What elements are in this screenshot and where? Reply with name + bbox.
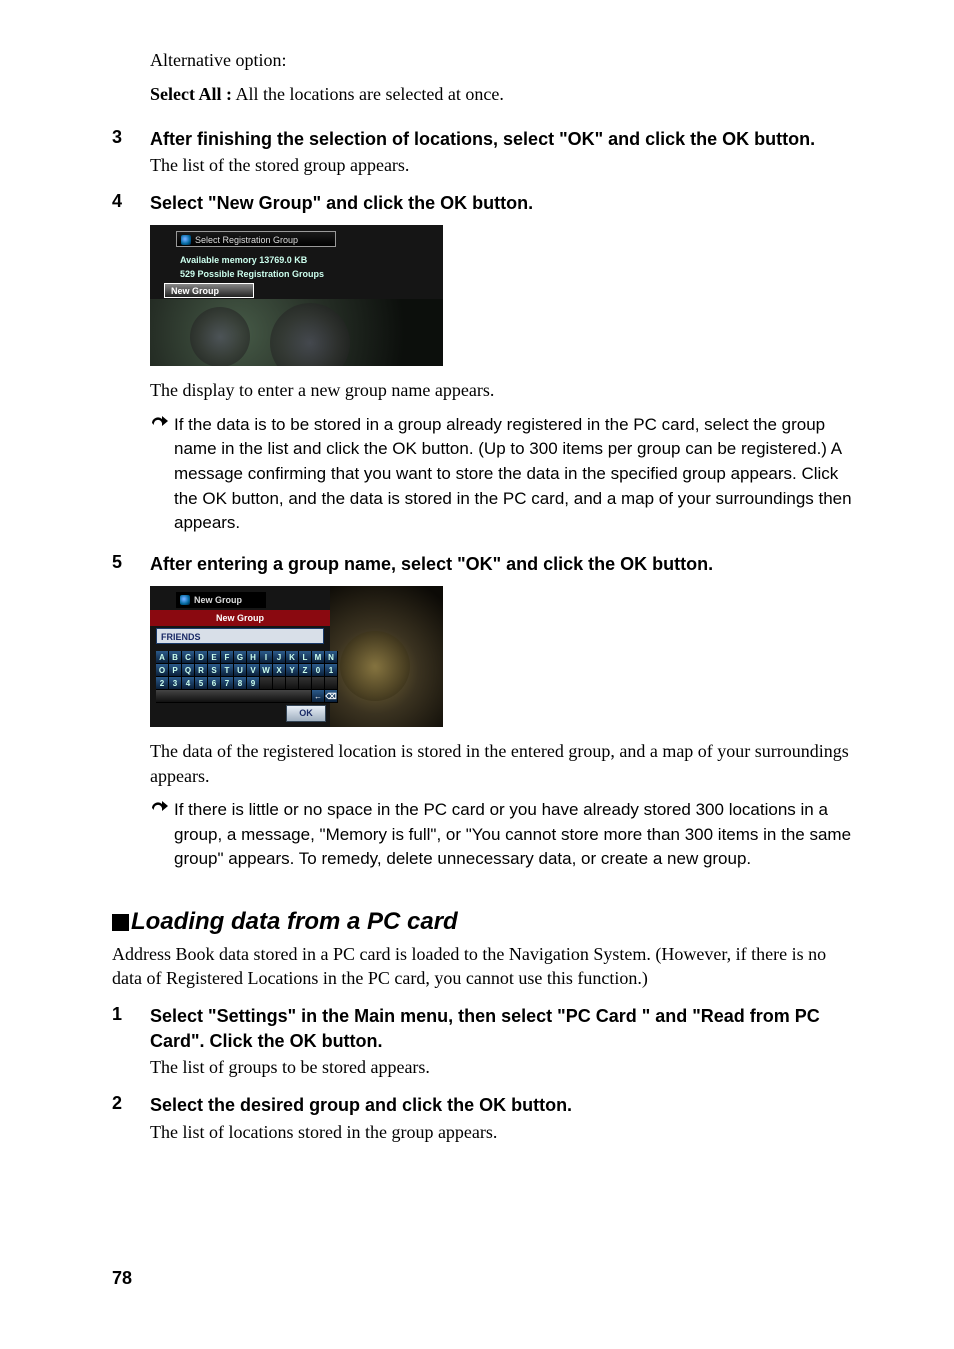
step-3: 3 After finishing the selection of locat…: [112, 127, 856, 178]
figure-new-group: New Group New Group FRIENDS ABCDEFGHIJKL…: [150, 586, 856, 727]
section-title: Loading data from a PC card: [131, 908, 458, 936]
keyboard-key[interactable]: R: [195, 664, 208, 677]
keyboard-key[interactable]: 5: [195, 677, 208, 690]
keyboard-key: [325, 677, 338, 690]
keyboard-key[interactable]: 8: [234, 677, 247, 690]
keyboard-key[interactable]: M: [312, 651, 325, 664]
keyboard-key[interactable]: O: [156, 664, 169, 677]
after-figure2-text: The data of the registered location is s…: [150, 739, 856, 788]
decorative-gears: [150, 299, 443, 366]
keyboard-key[interactable]: N: [325, 651, 338, 664]
note-1-text: If the data is to be stored in a group a…: [174, 413, 856, 536]
keyboard-key: [260, 677, 273, 690]
keyboard-row: ABCDEFGHIJKLMN: [156, 651, 338, 664]
keyboard-key[interactable]: G: [234, 651, 247, 664]
available-memory-label: Available memory 13769.0 KB: [180, 255, 307, 265]
keyboard-key[interactable]: S: [208, 664, 221, 677]
step-4: 4 Select "New Group" and click the OK bu…: [112, 191, 856, 215]
step-text: The list of locations stored in the grou…: [150, 1120, 856, 1144]
step-title: Select "New Group" and click the OK butt…: [150, 191, 856, 215]
arrow-left-key[interactable]: ←: [312, 690, 325, 703]
keyboard-key[interactable]: 4: [182, 677, 195, 690]
section-intro-text: Address Book data stored in a PC card is…: [112, 942, 856, 991]
keyboard-key[interactable]: C: [182, 651, 195, 664]
dialog-title: Select Registration Group: [176, 231, 336, 247]
keyboard-key[interactable]: L: [299, 651, 312, 664]
keyboard-key: [299, 677, 312, 690]
keyboard-key[interactable]: 3: [169, 677, 182, 690]
decorative-gears: [330, 586, 443, 727]
keyboard-key[interactable]: A: [156, 651, 169, 664]
step-number: 5: [112, 552, 150, 576]
step-number: 4: [112, 191, 150, 215]
group-name-input[interactable]: FRIENDS: [156, 628, 324, 644]
step-c1: 1 Select "Settings" in the Main menu, th…: [112, 1004, 856, 1079]
keyboard-key[interactable]: H: [247, 651, 260, 664]
keyboard-key[interactable]: I: [260, 651, 273, 664]
note-2: If there is little or no space in the PC…: [150, 798, 856, 872]
note-1: If the data is to be stored in a group a…: [150, 413, 856, 536]
keyboard-key[interactable]: 9: [247, 677, 260, 690]
keyboard-key[interactable]: 2: [156, 677, 169, 690]
keyboard-key[interactable]: B: [169, 651, 182, 664]
keyboard-row: ← ⌫: [156, 690, 338, 703]
step-number: 1: [112, 1004, 150, 1079]
keyboard-key[interactable]: E: [208, 651, 221, 664]
step-c2: 2 Select the desired group and click the…: [112, 1093, 856, 1144]
page-number: 78: [112, 1268, 132, 1289]
keyboard-key[interactable]: K: [286, 651, 299, 664]
keyboard-row: 23456789: [156, 677, 338, 690]
keyboard-key[interactable]: P: [169, 664, 182, 677]
keyboard-key[interactable]: 6: [208, 677, 221, 690]
keyboard-key[interactable]: J: [273, 651, 286, 664]
delete-key[interactable]: ⌫: [325, 690, 338, 703]
step-title: Select "Settings" in the Main menu, then…: [150, 1004, 856, 1053]
keyboard-key[interactable]: T: [221, 664, 234, 677]
step-title: After finishing the selection of locatio…: [150, 127, 856, 151]
select-all-label: Select All :: [150, 84, 232, 104]
keyboard-key[interactable]: 1: [325, 664, 338, 677]
step-title: After entering a group name, select "OK"…: [150, 552, 856, 576]
keyboard-key: [286, 677, 299, 690]
step-text: The list of groups to be stored appears.: [150, 1055, 856, 1079]
keyboard-key[interactable]: Q: [182, 664, 195, 677]
note-arrow-icon: [150, 413, 174, 536]
keyboard-key[interactable]: Y: [286, 664, 299, 677]
keyboard-row: OPQRSTUVWXYZ01: [156, 664, 338, 677]
keyboard-key[interactable]: F: [221, 651, 234, 664]
ok-button[interactable]: OK: [286, 705, 326, 722]
figure-select-registration-group: Select Registration Group Available memo…: [150, 225, 856, 366]
select-all-text: All the locations are selected at once.: [232, 84, 504, 104]
keyboard-key[interactable]: 7: [221, 677, 234, 690]
onscreen-keyboard: ABCDEFGHIJKLMN OPQRSTUVWXYZ01 23456789 ←…: [156, 651, 338, 703]
note-arrow-icon: [150, 798, 174, 872]
dialog-title: New Group: [176, 592, 266, 608]
keyboard-key: [273, 677, 286, 690]
select-all-line: Select All : All the locations are selec…: [150, 82, 856, 106]
keyboard-key[interactable]: D: [195, 651, 208, 664]
keyboard-key[interactable]: V: [247, 664, 260, 677]
step-text: The list of the stored group appears.: [150, 153, 856, 177]
square-bullet-icon: [112, 914, 129, 931]
keyboard-key[interactable]: W: [260, 664, 273, 677]
step-5: 5 After entering a group name, select "O…: [112, 552, 856, 576]
keyboard-key[interactable]: 0: [312, 664, 325, 677]
after-figure1-text: The display to enter a new group name ap…: [150, 378, 856, 402]
possible-groups-label: 529 Possible Registration Groups: [180, 269, 324, 279]
alt-option-label: Alternative option:: [150, 48, 856, 72]
keyboard-key[interactable]: U: [234, 664, 247, 677]
keyboard-key: [312, 677, 325, 690]
step-number: 3: [112, 127, 150, 178]
step-number: 2: [112, 1093, 150, 1144]
note-2-text: If there is little or no space in the PC…: [174, 798, 856, 872]
new-group-tab[interactable]: New Group: [164, 283, 254, 298]
step-title: Select the desired group and click the O…: [150, 1093, 856, 1117]
space-key[interactable]: [156, 690, 312, 703]
keyboard-key[interactable]: Z: [299, 664, 312, 677]
section-heading: Loading data from a PC card: [112, 908, 856, 936]
dialog-header: New Group: [150, 610, 330, 626]
keyboard-key[interactable]: X: [273, 664, 286, 677]
page: Alternative option: Select All : All the…: [0, 0, 954, 1349]
